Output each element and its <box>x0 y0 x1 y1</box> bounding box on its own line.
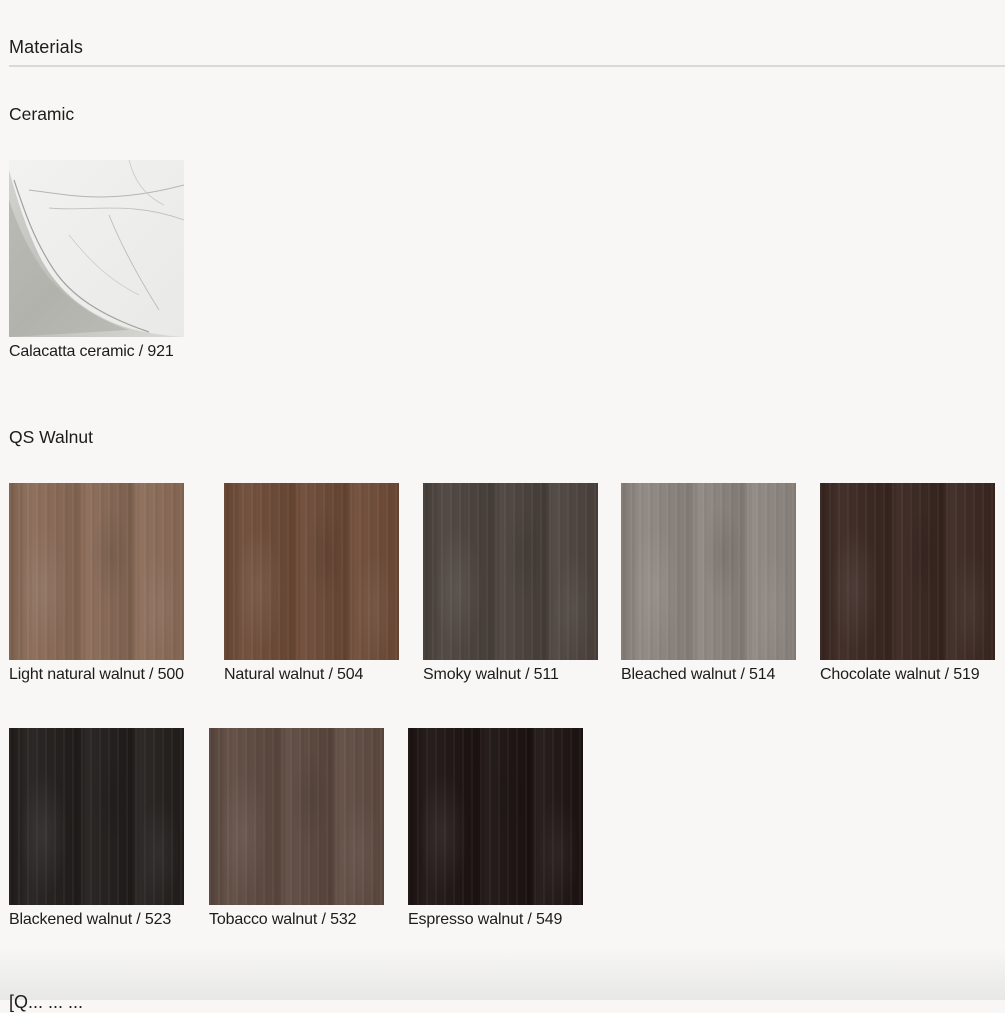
swatch-image[interactable] <box>9 728 184 905</box>
swatch-label[interactable]: Blackened walnut / 523 <box>9 909 171 931</box>
swatch-image[interactable] <box>9 160 184 337</box>
swatch-label[interactable]: Light natural walnut / 500 <box>9 664 184 686</box>
materials-page: Materials Ceramic Calacatta ceramic / 92… <box>0 0 1005 1012</box>
swatch-label[interactable]: Calacatta ceramic / 921 <box>9 341 174 363</box>
swatch-smoky-walnut[interactable]: Smoky walnut / 511 <box>423 483 598 683</box>
swatch-label[interactable]: Chocolate walnut / 519 <box>820 664 980 686</box>
next-section-heading: [Q... ... ... <box>9 992 84 1012</box>
swatch-image[interactable] <box>621 483 796 660</box>
section-divider <box>9 65 1005 67</box>
marble-texture-image <box>9 160 184 337</box>
group-title-qs-walnut: QS Walnut <box>9 427 93 447</box>
swatch-label[interactable]: Espresso walnut / 549 <box>408 909 562 931</box>
swatch-image[interactable] <box>423 483 598 660</box>
swatch-image[interactable] <box>408 728 583 905</box>
swatch-tobacco-walnut[interactable]: Tobacco walnut / 532 <box>209 728 384 928</box>
swatch-image[interactable] <box>209 728 384 905</box>
swatch-label[interactable]: Bleached walnut / 514 <box>621 664 775 686</box>
swatch-image[interactable] <box>820 483 995 660</box>
swatch-image[interactable] <box>224 483 399 660</box>
swatch-label[interactable]: Natural walnut / 504 <box>224 664 363 686</box>
swatch-light-natural-walnut[interactable]: Light natural walnut / 500 <box>9 483 184 683</box>
swatch-bleached-walnut[interactable]: Bleached walnut / 514 <box>621 483 796 683</box>
swatch-calacatta-ceramic[interactable]: Calacatta ceramic / 921 <box>9 160 184 360</box>
swatch-natural-walnut[interactable]: Natural walnut / 504 <box>224 483 399 683</box>
swatch-label[interactable]: Smoky walnut / 511 <box>423 664 559 686</box>
group-title-ceramic: Ceramic <box>9 104 75 124</box>
bottom-fade <box>0 948 1005 1000</box>
swatch-image[interactable] <box>9 483 184 660</box>
section-title: Materials <box>9 37 83 57</box>
swatch-chocolate-walnut[interactable]: Chocolate walnut / 519 <box>820 483 995 683</box>
swatch-espresso-walnut[interactable]: Espresso walnut / 549 <box>408 728 583 928</box>
swatch-label[interactable]: Tobacco walnut / 532 <box>209 909 356 931</box>
swatch-blackened-walnut[interactable]: Blackened walnut / 523 <box>9 728 184 928</box>
